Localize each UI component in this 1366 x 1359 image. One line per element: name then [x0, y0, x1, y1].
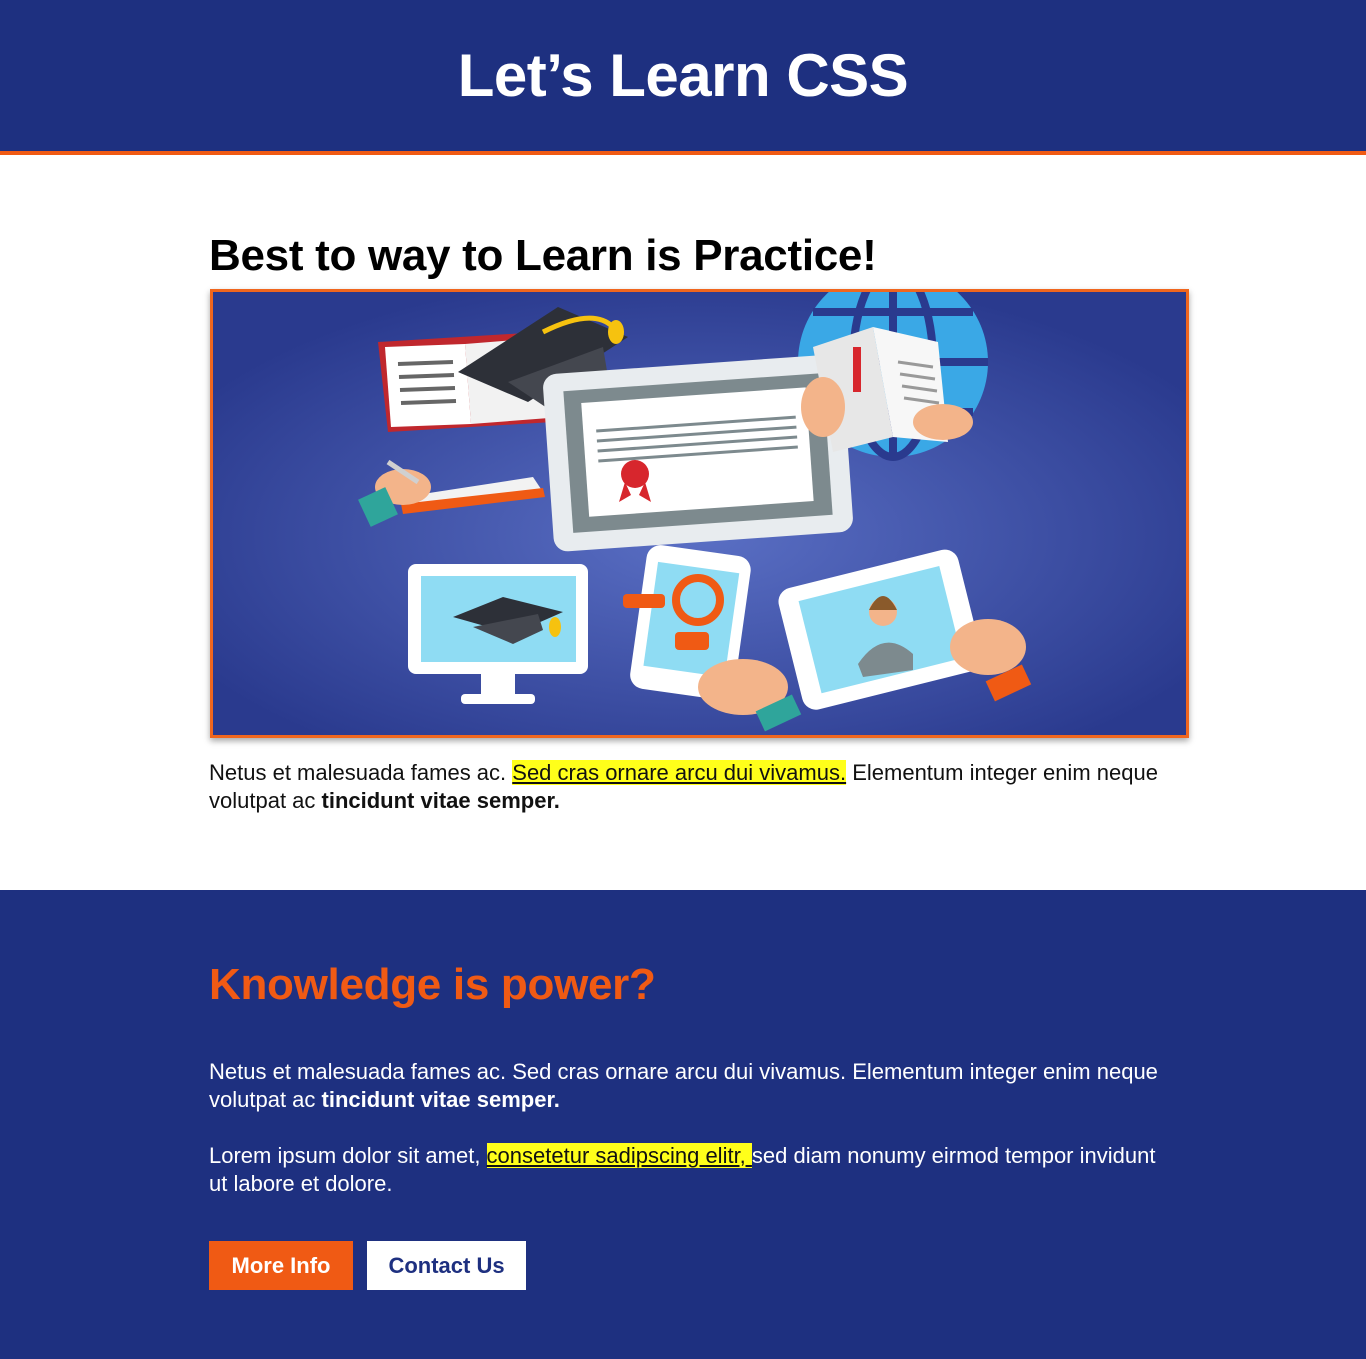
knowledge-heading: Knowledge is power?	[209, 960, 656, 1009]
hero-image	[210, 289, 1189, 738]
lead-bold-text: tincidunt vitae semper.	[321, 788, 560, 813]
knowledge-p2-text-before: Lorem ipsum dolor sit amet,	[209, 1143, 487, 1168]
practice-section: Best to way to Learn is Practice! Netus …	[209, 155, 1189, 890]
online-education-illustration-icon	[213, 292, 1186, 735]
practice-paragraph: Netus et malesuada fames ac. Sed cras or…	[209, 759, 1169, 815]
practice-heading: Best to way to Learn is Practice!	[209, 231, 877, 280]
site-title: Let’s Learn CSS	[457, 42, 909, 109]
knowledge-section: Knowledge is power? Netus et malesuada f…	[0, 890, 1366, 1359]
tablet-certificate-icon	[543, 354, 853, 552]
lead-text-before: Netus et malesuada fames ac.	[209, 760, 513, 785]
knowledge-paragraph-2: Lorem ipsum dolor sit amet, consetetur s…	[209, 1142, 1169, 1198]
knowledge-p2-highlight-link[interactable]: consetetur sadipscing elitr,	[486, 1143, 752, 1168]
knowledge-p1-bold: tincidunt vitae semper.	[321, 1087, 560, 1112]
knowledge-paragraph-1: Netus et malesuada fames ac. Sed cras or…	[209, 1058, 1169, 1114]
more-info-button[interactable]: More Info	[209, 1241, 353, 1290]
lead-highlight-link[interactable]: Sed cras ornare arcu dui vivamus.	[512, 760, 847, 785]
contact-us-button[interactable]: Contact Us	[367, 1241, 526, 1290]
site-header: Let’s Learn CSS	[0, 0, 1366, 155]
